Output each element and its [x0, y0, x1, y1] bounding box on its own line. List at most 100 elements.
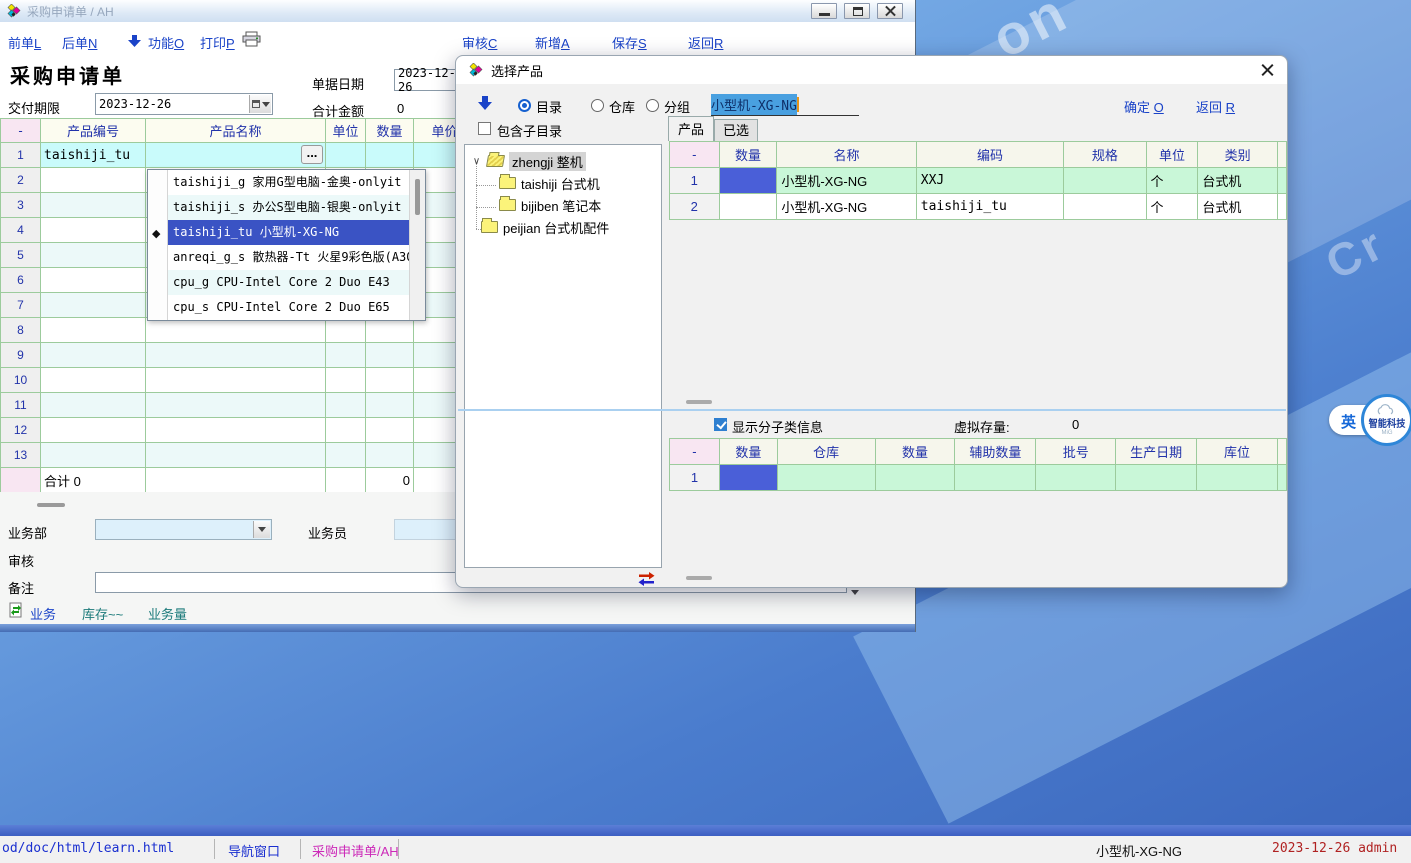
- status-file-path[interactable]: od/doc/html/learn.html: [2, 841, 174, 856]
- tree-node-label[interactable]: peijian 台式机配件: [503, 218, 609, 237]
- unit-cell[interactable]: 个: [1146, 168, 1198, 194]
- unit-cell[interactable]: [326, 318, 366, 343]
- chevron-down-icon[interactable]: ∨: [471, 156, 482, 167]
- radio-catalog[interactable]: [518, 99, 531, 112]
- product-name-cell[interactable]: [146, 318, 326, 343]
- row-number[interactable]: 11: [1, 393, 41, 418]
- menu-item-save[interactable]: 保存S: [612, 33, 647, 52]
- row-number[interactable]: 6: [1, 268, 41, 293]
- unit-cell[interactable]: [326, 368, 366, 393]
- dropdown-item[interactable]: cpu_s CPU-Intel Core 2 Duo E65: [168, 295, 409, 320]
- row-number[interactable]: 9: [1, 343, 41, 368]
- hidden-combo-arrow[interactable]: [851, 590, 859, 595]
- stock-cell[interactable]: [777, 465, 875, 491]
- row-number[interactable]: 1: [670, 168, 720, 194]
- row-number[interactable]: 3: [1, 193, 41, 218]
- row-number[interactable]: 12: [1, 418, 41, 443]
- tab-business-volume[interactable]: 业务量: [148, 604, 187, 623]
- tree-node[interactable]: ∨zhengji 整机: [465, 150, 661, 172]
- row-number[interactable]: 7: [1, 293, 41, 318]
- include-subdirectory-label[interactable]: 包含子目录: [497, 121, 562, 140]
- product-name-cell[interactable]: [146, 343, 326, 368]
- product-name-cell[interactable]: [146, 418, 326, 443]
- dropdown-item[interactable]: cpu_g CPU-Intel Core 2 Duo E43: [168, 270, 409, 295]
- product-code-cell[interactable]: taishiji_tu: [41, 143, 146, 168]
- product-name-cell[interactable]: [146, 393, 326, 418]
- show-subclass-checkbox[interactable]: [714, 418, 727, 431]
- qty-cell[interactable]: [366, 418, 414, 443]
- stock-cell[interactable]: [1197, 465, 1278, 491]
- tab-selected[interactable]: 已选: [714, 119, 758, 141]
- product-search-input[interactable]: 小型机-XG-NG: [711, 94, 859, 116]
- menu-item-prev-doc[interactable]: 前单L: [8, 33, 41, 52]
- unit-cell[interactable]: [326, 143, 366, 168]
- dropdown-item[interactable]: taishiji_tu 小型机-XG-NG: [168, 220, 409, 245]
- spec-cell[interactable]: [1064, 194, 1146, 220]
- row-number[interactable]: 5: [1, 243, 41, 268]
- product-code-cell[interactable]: [41, 193, 146, 218]
- product-code-cell[interactable]: [41, 443, 146, 468]
- ellipsis-button[interactable]: ...: [301, 145, 323, 164]
- status-nav-window[interactable]: 导航窗口: [228, 841, 280, 860]
- menu-item-new[interactable]: 新增A: [535, 33, 570, 52]
- product-name-cell[interactable]: [146, 368, 326, 393]
- tab-business[interactable]: 业务: [30, 604, 56, 623]
- product-code-cell[interactable]: [41, 343, 146, 368]
- radio-group-label[interactable]: 分组: [664, 97, 690, 116]
- scrollbar-thumb[interactable]: [415, 179, 420, 215]
- down-arrow-button[interactable]: [478, 96, 492, 110]
- stock-cell[interactable]: [875, 465, 955, 491]
- stock-cell[interactable]: [1036, 465, 1116, 491]
- menu-item-functions[interactable]: 功能O: [148, 33, 184, 52]
- dropdown-item[interactable]: taishiji_g 家用G型电脑-金奥-onlyit: [168, 170, 409, 195]
- restore-button[interactable]: [844, 3, 870, 19]
- qty-cell[interactable]: [366, 443, 414, 468]
- product-code-cell[interactable]: [41, 268, 146, 293]
- product-name-cell[interactable]: ...: [146, 143, 326, 168]
- dropdown-scrollbar[interactable]: [409, 170, 425, 320]
- tree-node[interactable]: bijiben 笔记本: [465, 194, 661, 216]
- table-row[interactable]: 1小型机-XG-NGXXJ个台式机: [670, 168, 1287, 194]
- product-name-cell[interactable]: [146, 443, 326, 468]
- qty-cell[interactable]: [366, 393, 414, 418]
- row-number[interactable]: 13: [1, 443, 41, 468]
- qty-cell[interactable]: [366, 368, 414, 393]
- tree-node[interactable]: taishiji 台式机: [465, 172, 661, 194]
- menu-item-audit[interactable]: 审核C: [462, 33, 497, 52]
- radio-warehouse-label[interactable]: 仓库: [609, 97, 635, 116]
- ime-mode-indicator[interactable]: 英: [1341, 411, 1356, 432]
- code-cell[interactable]: taishiji_tu: [916, 194, 1063, 220]
- tree-node-label[interactable]: bijiben 笔记本: [521, 196, 601, 215]
- unit-cell[interactable]: [326, 443, 366, 468]
- category-cell[interactable]: 台式机: [1198, 168, 1278, 194]
- delivery-date-field[interactable]: 2023-12-26: [95, 93, 273, 115]
- category-cell[interactable]: 台式机: [1198, 194, 1278, 220]
- printer-icon[interactable]: [242, 31, 262, 47]
- qty-cell[interactable]: [366, 143, 414, 168]
- status-current-doc[interactable]: 采购申请单/AH: [312, 841, 399, 860]
- row-number[interactable]: 8: [1, 318, 41, 343]
- unit-cell[interactable]: [326, 343, 366, 368]
- menu-item-next-doc[interactable]: 后单N: [62, 33, 97, 52]
- product-code-cell[interactable]: [41, 393, 146, 418]
- row-number[interactable]: 1: [670, 465, 720, 491]
- splitter-handle[interactable]: [37, 503, 65, 507]
- qty-cell[interactable]: [366, 343, 414, 368]
- radio-warehouse[interactable]: [591, 99, 604, 112]
- row-number[interactable]: 1: [1, 143, 41, 168]
- product-code-cell[interactable]: [41, 368, 146, 393]
- swap-panels-icon[interactable]: [638, 572, 655, 586]
- unit-cell[interactable]: [326, 418, 366, 443]
- return-button[interactable]: 返回 R: [1196, 97, 1235, 116]
- table-row[interactable]: 2小型机-XG-NGtaishiji_tu个台式机: [670, 194, 1287, 220]
- stock-cell[interactable]: [1116, 465, 1197, 491]
- tab-products[interactable]: 产品: [668, 116, 714, 141]
- dropdown-item[interactable]: taishiji_s 办公S型电脑-银奥-onlyit: [168, 195, 409, 220]
- close-button[interactable]: [877, 3, 903, 19]
- stock-cell[interactable]: [955, 465, 1036, 491]
- code-cell[interactable]: XXJ: [916, 168, 1063, 194]
- tree-node-label[interactable]: taishiji 台式机: [521, 174, 600, 193]
- product-code-cell[interactable]: [41, 418, 146, 443]
- radio-group[interactable]: [646, 99, 659, 112]
- dropdown-item[interactable]: anreqi_g_s 散热器-Tt 火星9彩色版(A3085): [168, 245, 409, 270]
